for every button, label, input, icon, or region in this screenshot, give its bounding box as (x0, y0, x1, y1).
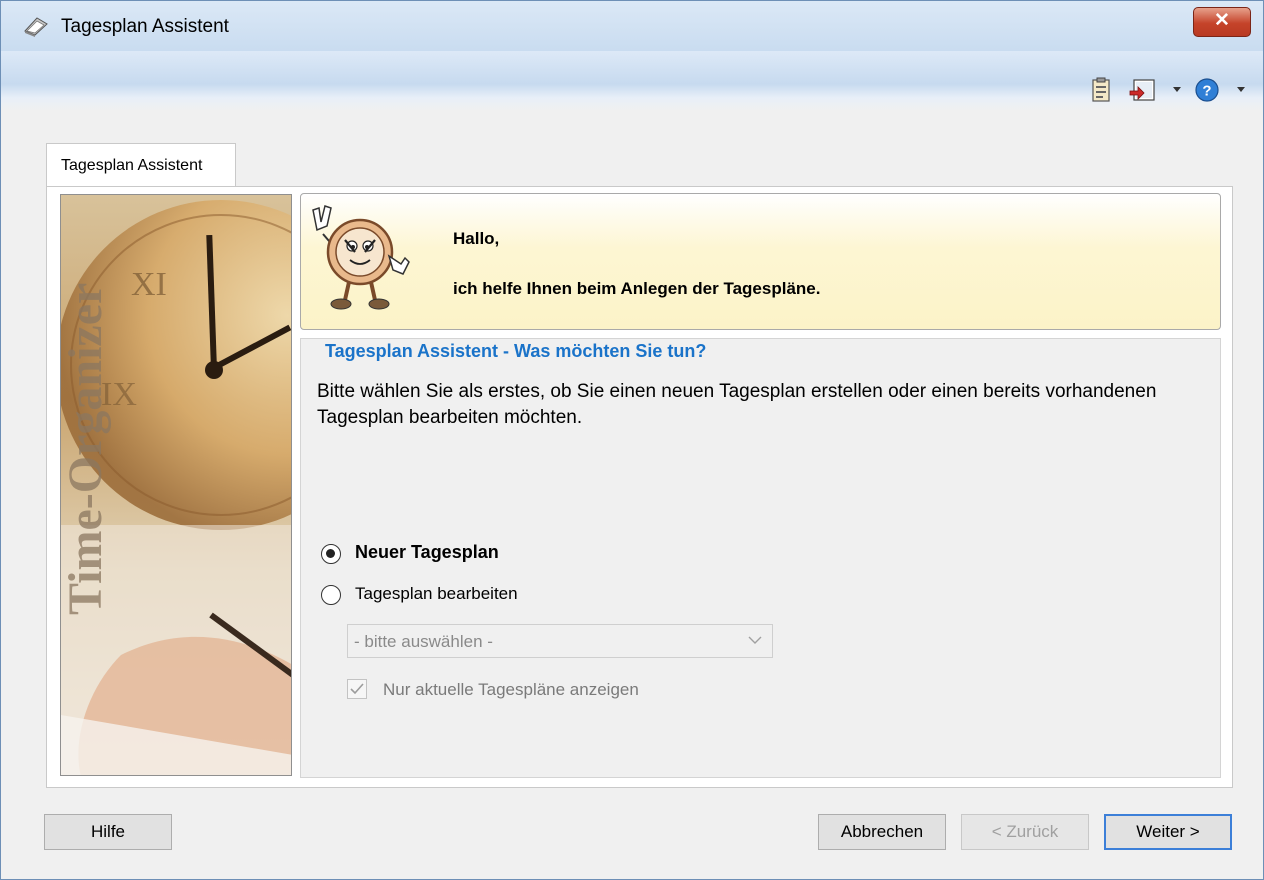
edit-plan-label[interactable]: Tagesplan bearbeiten (355, 584, 518, 604)
help-button[interactable]: Hilfe (44, 814, 172, 850)
exit-door-icon[interactable] (1128, 77, 1156, 103)
side-image: XI IX Time-Organizer (60, 194, 292, 776)
clock-illustration: XI IX Time-Organizer (61, 195, 291, 775)
new-plan-radio[interactable] (321, 544, 341, 564)
plan-select-value: - bitte auswählen - (354, 632, 493, 651)
dropdown-arrow-icon[interactable] (1173, 87, 1181, 93)
header-message: ich helfe Ihnen beim Anlegen der Tagespl… (453, 279, 821, 298)
current-only-checkbox[interactable] (347, 679, 367, 699)
toolbar: ? (1, 51, 1263, 111)
help-icon[interactable]: ? (1194, 77, 1220, 103)
clipboard-icon[interactable] (1091, 77, 1111, 103)
close-button[interactable]: ✕ (1193, 7, 1251, 37)
current-only-label: Nur aktuelle Tagespläne anzeigen (383, 680, 639, 699)
plan-select[interactable]: - bitte auswählen - (347, 624, 773, 658)
clock-mascot-icon (312, 205, 410, 310)
next-button[interactable]: Weiter > (1104, 814, 1232, 850)
app-icon (24, 17, 48, 37)
back-button[interactable]: < Zurück (961, 814, 1089, 850)
title-bar: Tagesplan Assistent ✕ (1, 1, 1263, 51)
tab-tagesplan-assistent[interactable]: Tagesplan Assistent (46, 143, 236, 187)
chevron-down-icon (748, 636, 762, 644)
svg-text:XI: XI (131, 266, 167, 303)
group-title: Tagesplan Assistent - Was möchten Sie tu… (319, 341, 713, 362)
checkmark-icon (350, 683, 364, 695)
new-plan-label[interactable]: Neuer Tagesplan (355, 542, 499, 563)
radio-selected-dot (326, 549, 335, 558)
cancel-button[interactable]: Abbrechen (818, 814, 946, 850)
dropdown-arrow-icon[interactable] (1237, 87, 1245, 93)
header-panel (300, 193, 1221, 330)
watermark-text: Time-Organizer (61, 283, 112, 615)
tab-label: Tagesplan Assistent (61, 157, 203, 174)
greeting-text: Hallo, (453, 229, 500, 248)
wizard-window: Tagesplan Assistent ✕ ? Tagesplan Assist… (0, 0, 1264, 880)
window-title: Tagesplan Assistent (61, 16, 229, 37)
svg-text:?: ? (1202, 83, 1211, 100)
edit-plan-radio[interactable] (321, 585, 341, 605)
description-text: Bitte wählen Sie als erstes, ob Sie eine… (317, 381, 1157, 428)
